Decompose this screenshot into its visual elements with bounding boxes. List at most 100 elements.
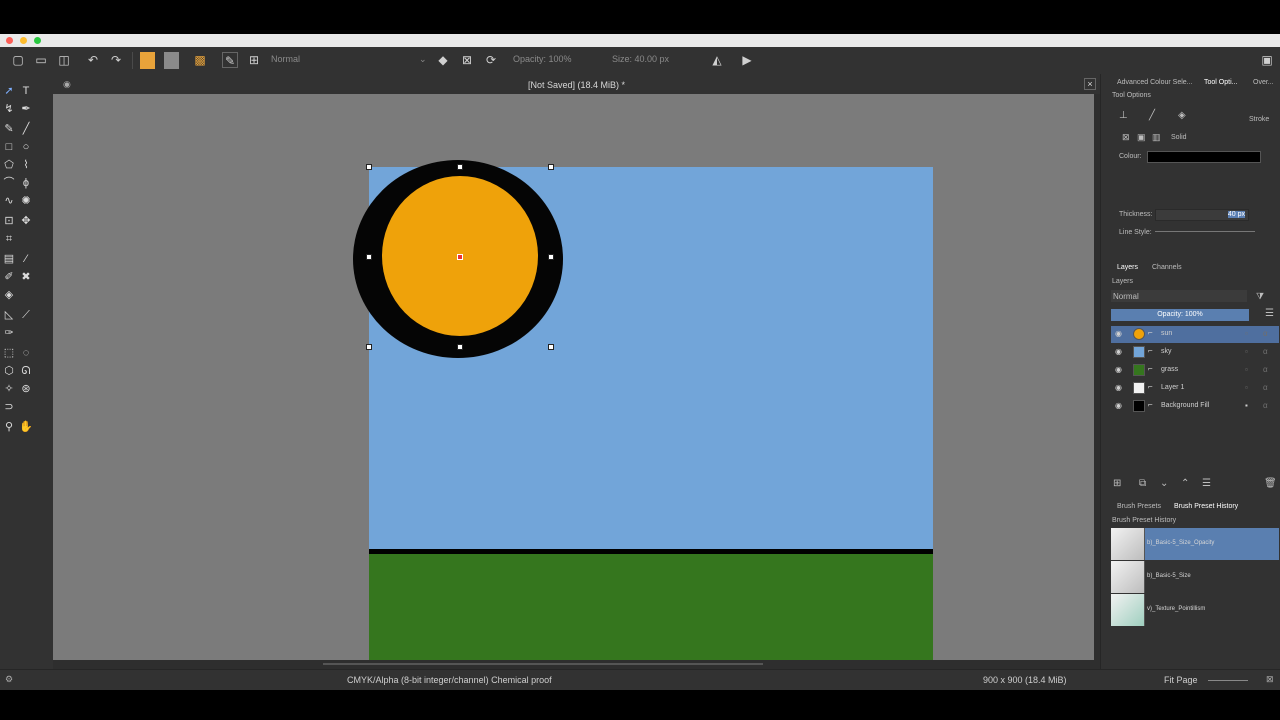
bezier-tool-icon[interactable]: ⌒ (2, 176, 16, 190)
zoom-window-button[interactable] (34, 37, 41, 44)
selection-handle-bottom[interactable] (457, 344, 463, 350)
measure-tool-icon[interactable]: ⟋ (19, 308, 33, 322)
new-document-icon[interactable]: ▢ (10, 52, 26, 68)
layer-row-sun[interactable]: ◉ ⌐ sun ▫ α (1111, 326, 1279, 343)
rectangle-tool-icon[interactable]: □ (2, 140, 16, 154)
color-space-label[interactable]: CMYK/Alpha (8-bit integer/channel) Chemi… (347, 675, 552, 685)
stroke-solid-icon[interactable]: ▣ (1137, 132, 1146, 143)
document-canvas[interactable] (353, 160, 933, 660)
background-color-swatch[interactable] (164, 52, 179, 69)
layer-row-layer-1[interactable]: ◉ ⌐ Layer 1 ▫ α (1111, 380, 1279, 397)
lock-icon[interactable]: ▪ (1245, 401, 1248, 411)
rotation-reset-icon[interactable]: ⊠ (1266, 674, 1274, 685)
elliptical-selection-tool-icon[interactable]: ◌ (19, 346, 33, 360)
document-tab-title[interactable]: [Not Saved] (18.4 MiB) * (53, 80, 1100, 90)
selection-handle-left[interactable] (366, 254, 372, 260)
crop-tool-icon[interactable]: ⌗ (2, 232, 16, 246)
pattern-selector-icon[interactable]: ▩ (192, 52, 208, 68)
layer-row-sky[interactable]: ◉ ⌐ sky ▫ α (1111, 344, 1279, 361)
move-layer-up-icon[interactable]: ⌃ (1181, 478, 1189, 489)
filter-icon[interactable]: ⧩ (1256, 291, 1264, 302)
selection-handle-top-right[interactable] (548, 164, 554, 170)
pan-tool-icon[interactable]: ✋ (19, 420, 33, 434)
assistant-tool-icon[interactable]: ◺ (2, 308, 16, 322)
alpha-lock-icon[interactable]: α (1263, 329, 1268, 339)
selection-handle-bottom-right[interactable] (548, 344, 554, 350)
stroke-none-icon[interactable]: ⊠ (1122, 132, 1130, 143)
close-window-button[interactable] (6, 37, 13, 44)
selection-handle-right[interactable] (548, 254, 554, 260)
layer-opacity-slider[interactable]: Opacity: 100% (1111, 309, 1249, 321)
canvas-viewport[interactable] (53, 94, 1094, 660)
zoom-tool-icon[interactable]: ⚲ (2, 420, 16, 434)
brush-preset-item[interactable]: b)_Basic-5_Size (1111, 561, 1279, 593)
polygonal-selection-tool-icon[interactable]: ⬡ (2, 364, 16, 378)
preserve-alpha-icon[interactable]: ⊠ (459, 52, 475, 68)
move-tool-icon[interactable]: ✥ (19, 214, 33, 228)
text-tool-icon[interactable]: T (19, 84, 33, 98)
polyline-tool-icon[interactable]: ⌇ (19, 158, 33, 172)
visibility-eye-icon[interactable]: ◉ (1115, 365, 1125, 375)
visibility-eye-icon[interactable]: ◉ (1115, 347, 1125, 357)
layer-row-grass[interactable]: ◉ ⌐ grass ▫ α (1111, 362, 1279, 379)
layer-properties-icon[interactable]: ☰ (1202, 478, 1211, 489)
visibility-eye-icon[interactable]: ◉ (1115, 383, 1125, 393)
polygon-tool-icon[interactable]: ⬠ (2, 158, 16, 172)
status-settings-icon[interactable]: ⚙ (5, 674, 13, 685)
visibility-eye-icon[interactable]: ◉ (1115, 401, 1125, 411)
blend-mode-dropdown[interactable]: Normal (271, 54, 421, 64)
open-document-icon[interactable]: ▭ (33, 52, 49, 68)
redo-icon[interactable]: ↷ (108, 52, 124, 68)
stroke-colour-button[interactable] (1147, 151, 1261, 163)
fill-tool-icon[interactable]: ◈ (2, 288, 16, 302)
opacity-slider[interactable]: Opacity: 100% (513, 54, 572, 64)
save-document-icon[interactable]: ◫ (56, 52, 72, 68)
tab-layers[interactable]: Layers (1117, 264, 1138, 271)
tab-channels[interactable]: Channels (1152, 264, 1182, 271)
contiguous-selection-tool-icon[interactable]: ✧ (2, 382, 16, 396)
tab-overview[interactable]: Over... (1253, 79, 1274, 86)
dynamic-brush-tool-icon[interactable]: ∿ (2, 194, 16, 208)
color-picker-tool-icon[interactable]: ⁄ (19, 252, 33, 266)
selection-handle-top[interactable] (457, 164, 463, 170)
ellipse-tool-icon[interactable]: ○ (19, 140, 33, 154)
colorize-mask-tool-icon[interactable]: ✐ (2, 270, 16, 284)
alpha-lock-icon[interactable]: α (1263, 383, 1268, 393)
stroke-fill-icon[interactable]: ⊥ (1119, 110, 1128, 121)
close-document-icon[interactable]: × (1084, 78, 1096, 90)
horizontal-scroll-thumb[interactable] (323, 663, 763, 665)
lock-icon[interactable]: ▫ (1245, 347, 1248, 357)
workspace-grid-icon[interactable]: ⊞ (246, 52, 262, 68)
tab-brush-presets[interactable]: Brush Presets (1117, 503, 1161, 510)
lock-icon[interactable]: ▫ (1245, 383, 1248, 393)
transform-tool-icon[interactable]: ⊡ (2, 214, 16, 228)
rectangular-selection-tool-icon[interactable]: ⬚ (2, 346, 16, 360)
horizontal-scrollbar[interactable] (53, 660, 1100, 669)
line-style-dropdown[interactable] (1155, 231, 1255, 232)
thickness-spinbox[interactable]: 40 px (1155, 209, 1249, 221)
move-layer-down-icon[interactable]: ⌄ (1160, 478, 1168, 489)
tab-brush-preset-history[interactable]: Brush Preset History (1174, 503, 1238, 510)
alpha-lock-icon[interactable]: α (1263, 347, 1268, 357)
alpha-lock-icon[interactable]: α (1263, 401, 1268, 411)
mirror-vertical-icon[interactable]: ▶ (739, 52, 755, 68)
freehand-selection-tool-icon[interactable]: ᘏ (19, 364, 33, 378)
zoom-level-dropdown[interactable]: Fit Page (1164, 675, 1198, 685)
foreground-color-swatch[interactable] (140, 52, 155, 69)
line-tool-icon[interactable]: ╱ (19, 122, 33, 136)
stroke-gradient-icon[interactable]: ▥ (1152, 132, 1161, 143)
tab-tool-options[interactable]: Tool Opti... (1204, 79, 1237, 86)
stroke-line-icon[interactable]: ╱ (1149, 110, 1155, 121)
smart-patch-tool-icon[interactable]: ✖ (19, 270, 33, 284)
layer-row-background-fill[interactable]: ◉ ⌐ Background Fill ▪ α (1111, 398, 1279, 415)
brush-preset-item[interactable]: v)_Texture_Pointillism (1111, 594, 1279, 626)
minimize-window-button[interactable] (20, 37, 27, 44)
multibrush-tool-icon[interactable]: ✺ (19, 194, 33, 208)
freehand-brush-tool-icon[interactable]: ✎ (2, 122, 16, 136)
eraser-mode-icon[interactable]: ◆ (435, 52, 451, 68)
layers-view-icon[interactable]: ☰ (1265, 308, 1274, 319)
freehand-path-tool-icon[interactable]: ϕ (19, 176, 33, 190)
duplicate-layer-icon[interactable]: ⧉ (1139, 478, 1146, 489)
gradient-tool-icon[interactable]: ▤ (2, 252, 16, 266)
lock-icon[interactable]: ▫ (1245, 329, 1248, 339)
